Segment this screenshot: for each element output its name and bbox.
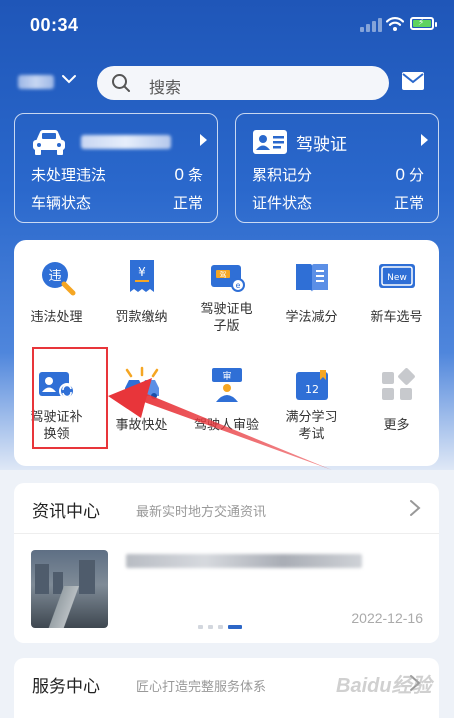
- points-label: 累积记分: [252, 167, 313, 184]
- service-label-line: 子版: [213, 318, 240, 333]
- news-center-panel: 资讯中心 最新实时地方交通资讯 2022-12-16: [14, 483, 439, 643]
- news-headline-blurred[interactable]: [126, 554, 362, 568]
- service-full-score-study[interactable]: 12 满分学习考试: [269, 348, 354, 448]
- service-new-plate-selection[interactable]: New 新车选号: [354, 240, 439, 340]
- service-label: 新车选号: [370, 309, 423, 324]
- service-label: 学法减分: [285, 309, 338, 324]
- search-placeholder: 搜索: [149, 80, 182, 97]
- study-book-icon: [296, 264, 328, 292]
- highlight-box: [32, 347, 108, 449]
- news-thumbnail[interactable]: [31, 550, 108, 628]
- cellular-signal-icon: [360, 18, 382, 32]
- id-card-icon: [253, 130, 287, 154]
- points-value: 0分: [396, 164, 424, 185]
- new-plate-icon: New: [379, 264, 415, 288]
- chevron-down-icon[interactable]: [60, 70, 78, 88]
- study-calendar-12-icon: 12: [296, 370, 328, 400]
- license-card-title: 驾驶证: [296, 135, 347, 154]
- service-center-title: 服务中心: [32, 677, 100, 696]
- fine-receipt-icon: ¥: [130, 260, 154, 292]
- watermark-text: Baidu经验: [336, 675, 432, 697]
- news-title: 资讯中心: [32, 502, 100, 521]
- service-label: 更多: [383, 417, 410, 432]
- license-status-label: 证件状态: [252, 195, 313, 212]
- svg-text:e: e: [236, 281, 241, 290]
- svg-text:¥: ¥: [138, 265, 146, 279]
- svg-text:New: New: [387, 273, 407, 283]
- license-status-value: 正常: [393, 195, 424, 212]
- svg-text:驾: 驾: [220, 270, 227, 279]
- service-label: 违法处理: [30, 309, 83, 324]
- e-license-icon: 驾 e: [211, 265, 245, 292]
- violations-count: 0: [174, 165, 184, 184]
- points-unit: 分: [408, 167, 424, 184]
- wifi-icon: [386, 17, 404, 31]
- search-bar[interactable]: 搜索: [97, 66, 389, 100]
- vehicle-card[interactable]: 未处理违法 0条 车辆状态 正常: [14, 113, 218, 223]
- service-label: 满分学习 考试: [269, 408, 354, 442]
- svg-text:违: 违: [48, 269, 61, 284]
- service-accident-quick[interactable]: 事故快处: [99, 348, 184, 448]
- divider: [14, 533, 439, 534]
- service-label-line: 驾驶证电: [200, 301, 253, 316]
- battery-charging-icon: ⚡: [410, 17, 437, 30]
- arrow-right-icon: [200, 134, 207, 146]
- service-center-subtitle: 匠心打造完整服务体系: [136, 679, 267, 694]
- vehicle-status-label: 车辆状态: [31, 195, 92, 212]
- more-grid-icon: [382, 368, 415, 400]
- arrow-right-icon: [421, 134, 428, 146]
- violations-value: 0条: [175, 164, 203, 185]
- service-violation-handling[interactable]: 违 违法处理: [14, 240, 99, 340]
- service-label: 驾驶证电 子版: [184, 300, 269, 334]
- service-label-line: 考试: [298, 426, 325, 441]
- svg-text:审: 审: [222, 370, 231, 382]
- violations-label: 未处理违法: [31, 167, 107, 184]
- service-label: 事故快处: [115, 417, 168, 432]
- chevron-right-icon[interactable]: [409, 499, 421, 517]
- status-time: 00:34: [30, 15, 79, 35]
- city-selector[interactable]: [18, 72, 58, 92]
- top-bar: 搜索: [0, 62, 454, 102]
- service-label: 驾驶人审验: [193, 417, 259, 432]
- mail-icon[interactable]: [402, 72, 424, 90]
- service-e-license[interactable]: 驾 e 驾驶证电子版: [184, 240, 269, 340]
- vehicle-status-value: 正常: [172, 195, 203, 212]
- service-driver-review[interactable]: 审 驾驶人审验: [184, 348, 269, 448]
- status-bar: 00:34 ⚡: [0, 0, 454, 52]
- car-icon: [33, 130, 65, 155]
- news-date: 2022-12-16: [351, 610, 423, 626]
- service-label-line: 满分学习: [285, 409, 338, 424]
- service-more[interactable]: 更多: [354, 348, 439, 448]
- news-subtitle: 最新实时地方交通资讯: [136, 504, 267, 519]
- violation-magnifier-icon: 违: [42, 262, 76, 296]
- license-card[interactable]: 驾驶证 累积记分 0分 证件状态 正常: [235, 113, 439, 223]
- driver-review-icon: 审: [212, 368, 242, 402]
- service-fine-payment[interactable]: ¥ 罚款缴纳: [99, 240, 184, 340]
- service-label: 罚款缴纳: [115, 309, 168, 324]
- svg-text:12: 12: [305, 383, 319, 396]
- accident-cars-icon: [125, 366, 159, 399]
- search-icon: [112, 74, 130, 92]
- violations-unit: 条: [187, 167, 203, 184]
- service-study-reduce-points[interactable]: 学法减分: [269, 240, 354, 340]
- points-count: 0: [395, 165, 405, 184]
- license-plate-blurred: [81, 135, 171, 149]
